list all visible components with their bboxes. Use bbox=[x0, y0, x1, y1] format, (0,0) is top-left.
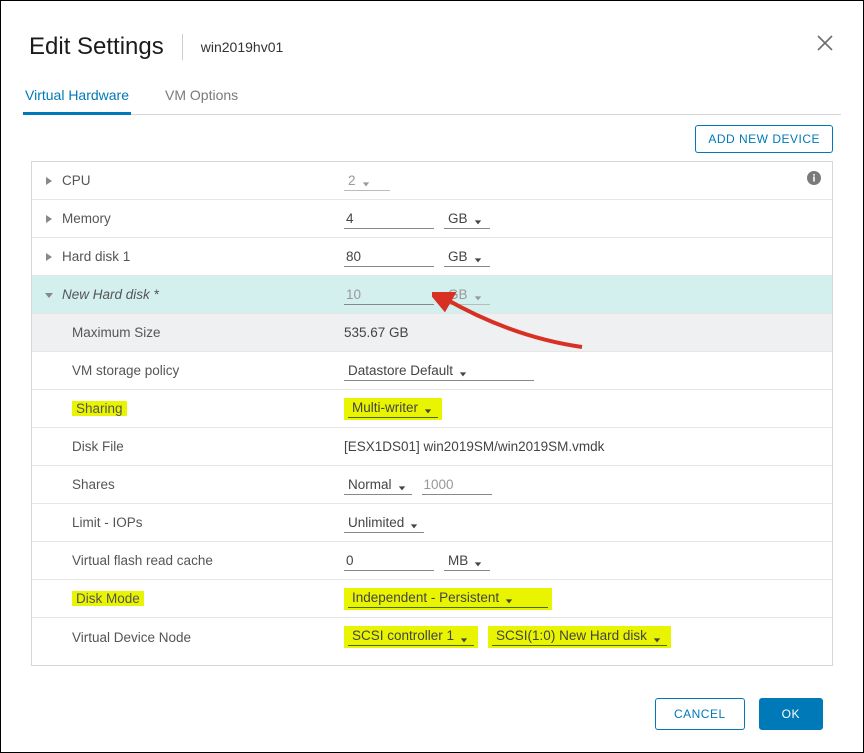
row-vfrc: Virtual flash read cache MB bbox=[32, 542, 832, 580]
new-hdd-unit-select[interactable]: GB bbox=[444, 285, 490, 305]
label-storage-policy: VM storage policy bbox=[72, 363, 179, 378]
storage-policy-select[interactable]: Datastore Default bbox=[344, 361, 534, 381]
tab-bar: Virtual Hardware VM Options bbox=[23, 79, 841, 115]
chevron-down-icon bbox=[474, 252, 482, 260]
label-vfrc: Virtual flash read cache bbox=[72, 553, 213, 568]
memory-unit-select[interactable]: GB bbox=[444, 209, 490, 229]
row-memory[interactable]: Memory GB bbox=[32, 200, 832, 238]
row-maxsize: Maximum Size 535.67 GB bbox=[32, 314, 832, 352]
dialog-footer: CANCEL OK bbox=[23, 674, 841, 752]
row-limit-iops: Limit - IOPs Unlimited bbox=[32, 504, 832, 542]
dialog-header: Edit Settings win2019hv01 bbox=[23, 15, 841, 73]
vfrc-input[interactable] bbox=[344, 551, 434, 571]
chevron-down-icon bbox=[653, 632, 661, 640]
value-diskfile: [ESX1DS01] win2019SM/win2019SM.vmdk bbox=[344, 439, 604, 454]
close-icon[interactable] bbox=[815, 33, 835, 53]
chevron-down-icon bbox=[474, 556, 482, 564]
row-storage-policy: VM storage policy Datastore Default bbox=[32, 352, 832, 390]
chevron-down-icon bbox=[362, 176, 370, 184]
chevron-down-icon bbox=[474, 214, 482, 222]
row-diskfile: Disk File [ESX1DS01] win2019SM/win2019SM… bbox=[32, 428, 832, 466]
chevron-right-icon bbox=[44, 214, 54, 224]
vm-name: win2019hv01 bbox=[201, 39, 284, 55]
chevron-right-icon bbox=[44, 252, 54, 262]
row-sharing: Sharing Multi-writer bbox=[32, 390, 832, 428]
shares-value-input[interactable] bbox=[422, 475, 492, 495]
ok-button[interactable]: OK bbox=[759, 698, 823, 730]
row-cpu[interactable]: CPU 2 bbox=[32, 162, 832, 200]
new-hdd-size-input[interactable] bbox=[344, 285, 434, 305]
label-shares: Shares bbox=[72, 477, 115, 492]
add-new-device-button[interactable]: ADD NEW DEVICE bbox=[695, 125, 833, 153]
chevron-down-icon bbox=[459, 366, 467, 374]
info-icon[interactable] bbox=[806, 170, 822, 186]
vdn-controller-select[interactable]: SCSI controller 1 bbox=[348, 626, 474, 646]
label-limit-iops: Limit - IOPs bbox=[72, 515, 143, 530]
hdd1-size-input[interactable] bbox=[344, 247, 434, 267]
tab-vm-options[interactable]: VM Options bbox=[163, 79, 240, 114]
chevron-down-icon bbox=[424, 403, 432, 411]
chevron-down-icon bbox=[505, 593, 513, 601]
title-divider bbox=[182, 34, 183, 60]
row-diskmode: Disk Mode Independent - Persistent bbox=[32, 580, 832, 618]
dialog-title: Edit Settings bbox=[29, 33, 164, 61]
label-diskfile: Disk File bbox=[72, 439, 124, 454]
row-new-hdd[interactable]: New Hard disk * GB bbox=[32, 276, 832, 314]
cpu-select[interactable]: 2 bbox=[344, 171, 390, 191]
label-cpu: CPU bbox=[62, 173, 91, 188]
limit-iops-select[interactable]: Unlimited bbox=[344, 513, 424, 533]
shares-level-select[interactable]: Normal bbox=[344, 475, 412, 495]
label-sharing: Sharing bbox=[72, 401, 127, 416]
vfrc-unit-select[interactable]: MB bbox=[444, 551, 490, 571]
row-hdd1[interactable]: Hard disk 1 GB bbox=[32, 238, 832, 276]
value-maxsize: 535.67 GB bbox=[344, 325, 409, 340]
row-vdn: Virtual Device Node SCSI controller 1 SC… bbox=[32, 618, 832, 656]
tab-virtual-hardware[interactable]: Virtual Hardware bbox=[23, 79, 131, 115]
diskmode-select[interactable]: Independent - Persistent bbox=[348, 588, 548, 608]
chevron-right-icon bbox=[44, 176, 54, 186]
label-diskmode: Disk Mode bbox=[72, 591, 144, 606]
memory-input[interactable] bbox=[344, 209, 434, 229]
label-hdd1: Hard disk 1 bbox=[62, 249, 130, 264]
label-new-hdd: New Hard disk * bbox=[62, 287, 159, 302]
cancel-button[interactable]: CANCEL bbox=[655, 698, 745, 730]
toolbar: ADD NEW DEVICE bbox=[23, 115, 841, 161]
sharing-select[interactable]: Multi-writer bbox=[348, 398, 438, 418]
chevron-down-icon bbox=[460, 632, 468, 640]
chevron-down-icon bbox=[474, 290, 482, 298]
hdd1-unit-select[interactable]: GB bbox=[444, 247, 490, 267]
vdn-slot-select[interactable]: SCSI(1:0) New Hard disk bbox=[492, 626, 667, 646]
label-memory: Memory bbox=[62, 211, 111, 226]
label-maxsize: Maximum Size bbox=[72, 325, 161, 340]
chevron-down-icon bbox=[398, 480, 406, 488]
label-vdn: Virtual Device Node bbox=[72, 630, 191, 645]
row-shares: Shares Normal bbox=[32, 466, 832, 504]
chevron-down-icon bbox=[410, 518, 418, 526]
chevron-down-icon bbox=[44, 290, 54, 300]
hardware-panel[interactable]: CPU 2 Memory GB bbox=[31, 161, 833, 666]
